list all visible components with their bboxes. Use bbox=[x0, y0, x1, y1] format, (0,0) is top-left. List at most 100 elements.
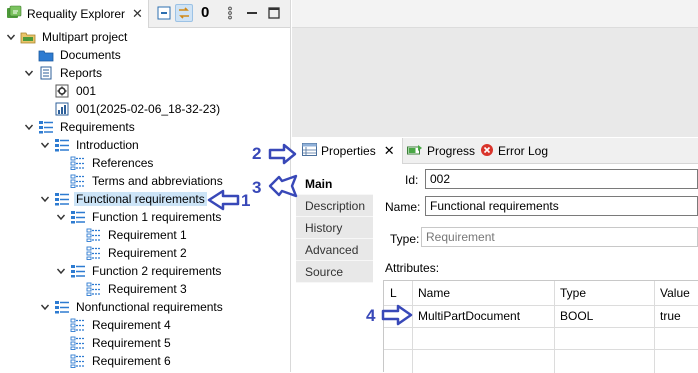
tree-item-label: Functional requirements bbox=[74, 192, 207, 206]
tree-item[interactable]: Function 2 requirements bbox=[54, 262, 223, 280]
tree-item[interactable]: Terms and abbreviations bbox=[54, 172, 225, 190]
tree-item-label: Function 1 requirements bbox=[92, 210, 222, 224]
chevron-down-icon[interactable] bbox=[22, 64, 36, 82]
tab-properties-label: Properties bbox=[321, 144, 376, 158]
requirement-icon bbox=[70, 317, 86, 333]
tree-item[interactable]: Requirement 5 bbox=[54, 334, 173, 352]
chevron-down-icon[interactable] bbox=[38, 190, 52, 208]
requirement-icon bbox=[70, 335, 86, 351]
column-header[interactable]: L bbox=[384, 282, 397, 304]
table-cell-value: true bbox=[660, 309, 681, 323]
requirement-group-icon bbox=[54, 137, 70, 153]
section-tab-advanced[interactable]: Advanced bbox=[296, 239, 373, 261]
chevron-down-icon[interactable] bbox=[54, 208, 68, 226]
name-field[interactable]: Functional requirements bbox=[425, 196, 698, 216]
report-chart-icon bbox=[54, 101, 70, 117]
tree-item[interactable]: References bbox=[54, 154, 155, 172]
chevron-down-icon[interactable] bbox=[54, 262, 68, 280]
requirement-icon bbox=[86, 281, 102, 297]
tree-item[interactable]: Documents bbox=[22, 46, 123, 64]
tree-item-label: 001 bbox=[76, 84, 97, 98]
annotation-number-3: 3 bbox=[252, 178, 262, 197]
tree-item[interactable]: Requirement 1 bbox=[70, 226, 189, 244]
type-label: Type: bbox=[390, 232, 420, 246]
progress-icon bbox=[407, 144, 423, 159]
column-header[interactable]: Value bbox=[654, 282, 690, 304]
name-label: Name: bbox=[385, 200, 421, 214]
requirement-group-icon bbox=[38, 119, 54, 135]
annotation-number-1: 1 bbox=[241, 191, 251, 210]
count-label: 0 bbox=[201, 4, 210, 21]
annotation-number-2: 2 bbox=[252, 144, 262, 163]
section-tab-description[interactable]: Description bbox=[296, 195, 373, 217]
tree-item-label: Introduction bbox=[76, 138, 139, 152]
folder-icon bbox=[38, 47, 54, 63]
requirement-icon bbox=[70, 353, 86, 369]
link-with-editor-icon[interactable] bbox=[175, 4, 193, 22]
tab-error-log-label: Error Log bbox=[498, 144, 549, 158]
tab-progress-label: Progress bbox=[427, 144, 476, 158]
tree-item-label: Requirement 3 bbox=[108, 282, 187, 296]
tree-item[interactable]: Functional requirements bbox=[38, 190, 207, 208]
id-field[interactable]: 002 bbox=[425, 169, 698, 189]
tab-properties[interactable]: Properties ✕ bbox=[292, 138, 403, 164]
tree-item[interactable]: 001(2025-02-06_18-32-23) bbox=[38, 100, 222, 118]
requirement-group-icon bbox=[54, 191, 70, 207]
tree-item-label: Requirement 1 bbox=[108, 228, 187, 242]
tree-item[interactable]: Reports bbox=[22, 64, 104, 82]
maximize-icon[interactable] bbox=[265, 4, 283, 22]
close-icon[interactable]: ✕ bbox=[384, 143, 395, 159]
section-tab-history[interactable]: History bbox=[296, 217, 373, 239]
column-header[interactable]: Type bbox=[554, 282, 586, 304]
requirement-icon bbox=[70, 155, 86, 171]
requirement-group-icon bbox=[70, 209, 86, 225]
tree-item-label: Requirement 6 bbox=[92, 354, 171, 368]
tree-item[interactable]: Nonfunctional requirements bbox=[38, 298, 225, 316]
column-header[interactable]: Name bbox=[412, 282, 450, 304]
tree-item[interactable]: Requirement 6 bbox=[54, 352, 173, 370]
tree-item[interactable]: Requirement 4 bbox=[54, 316, 173, 334]
requirement-icon bbox=[86, 245, 102, 261]
section-tab-source[interactable]: Source bbox=[296, 261, 373, 283]
tree-item[interactable]: Requirement 2 bbox=[70, 244, 189, 262]
chevron-down-icon[interactable] bbox=[38, 298, 52, 316]
requirement-icon bbox=[70, 173, 86, 189]
explorer-tab[interactable]: Requality Explorer ✕ bbox=[0, 0, 149, 28]
collapse-all-icon[interactable] bbox=[155, 4, 173, 22]
tree-item-label: Requirements bbox=[60, 120, 135, 134]
editor-tab-strip bbox=[292, 0, 698, 28]
tab-progress[interactable]: Progress bbox=[405, 138, 475, 164]
chevron-down-icon[interactable] bbox=[38, 136, 52, 154]
tree-item[interactable]: Introduction bbox=[38, 136, 141, 154]
tab-error-log[interactable]: Error Log bbox=[478, 138, 548, 164]
id-label: Id: bbox=[405, 173, 419, 187]
tree-item[interactable]: Requirements bbox=[22, 118, 137, 136]
explorer-title: Requality Explorer bbox=[27, 7, 126, 21]
attributes-label: Attributes: bbox=[385, 261, 440, 275]
chevron-down-icon[interactable] bbox=[22, 118, 36, 136]
requality-explorer-view: Requality Explorer ✕ 0 Multipart project… bbox=[0, 0, 291, 372]
tree-item[interactable]: Requirement 3 bbox=[70, 280, 189, 298]
explorer-header: Requality Explorer ✕ 0 bbox=[0, 0, 290, 28]
minimize-icon[interactable] bbox=[243, 4, 261, 22]
close-icon[interactable]: ✕ bbox=[132, 6, 143, 22]
section-tab-main[interactable]: Main bbox=[296, 173, 373, 195]
annotation-arrow-2 bbox=[268, 143, 297, 165]
view-menu-icon[interactable] bbox=[221, 4, 239, 22]
requirement-group-icon bbox=[54, 299, 70, 315]
tree-item-label: 001(2025-02-06_18-32-23) bbox=[76, 102, 221, 116]
tree-item[interactable]: Multipart project bbox=[4, 28, 129, 46]
tree-item-label: Multipart project bbox=[42, 30, 128, 44]
tree-item[interactable]: 001 bbox=[38, 82, 98, 100]
tree-item[interactable]: Function 1 requirements bbox=[54, 208, 223, 226]
chevron-down-icon[interactable] bbox=[4, 28, 18, 46]
tree-item-label: Requirement 2 bbox=[108, 246, 187, 260]
requirement-icon bbox=[86, 227, 102, 243]
